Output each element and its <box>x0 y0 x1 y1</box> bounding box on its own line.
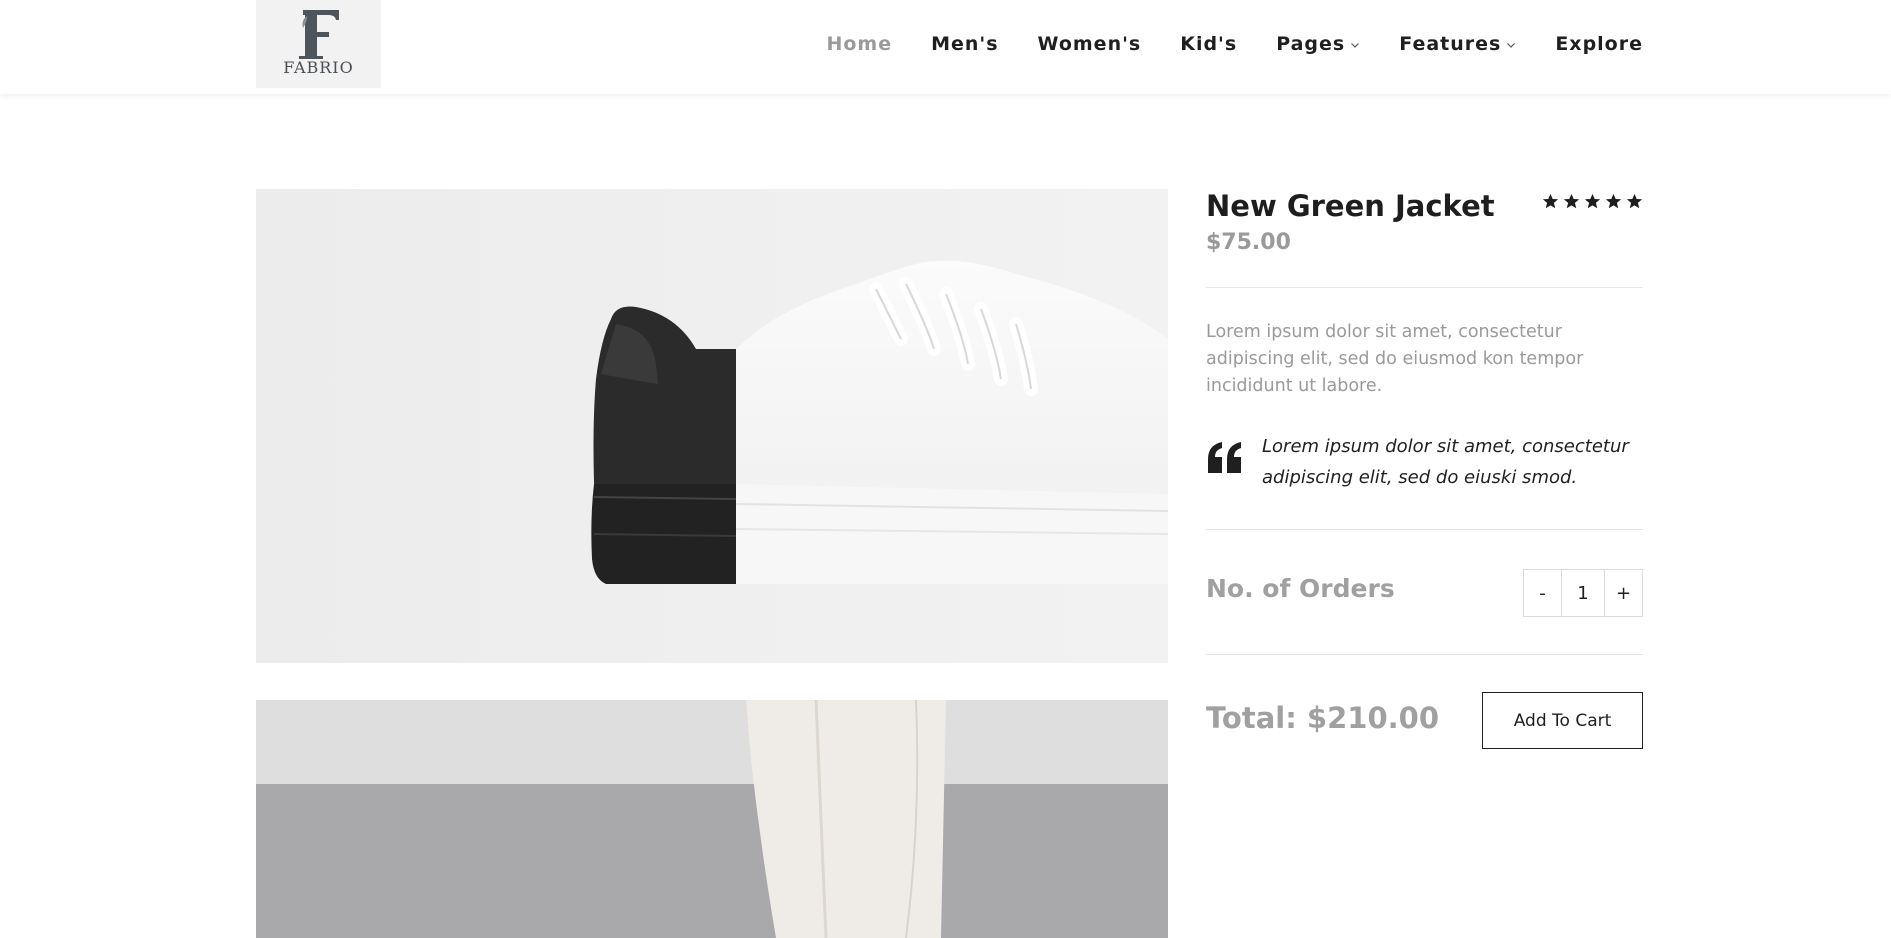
product-image-trousers <box>256 700 1168 938</box>
add-to-cart-button[interactable]: Add To Cart <box>1482 692 1643 749</box>
main-nav: Home Men's Women's Kid's Pages Features … <box>787 0 1643 88</box>
nav-kids-label: Kid's <box>1180 33 1238 55</box>
rating-stars <box>1542 193 1643 210</box>
star-icon <box>1563 193 1580 209</box>
logo-f-mark-icon <box>298 10 339 59</box>
site-header: FABRIO Home Men's Women's Kid's Pages Fe… <box>0 0 1891 94</box>
nav-womens[interactable]: Women's <box>1038 33 1142 55</box>
product-title: New Green Jacket <box>1206 189 1495 223</box>
divider <box>1206 287 1643 288</box>
decrease-quantity-button[interactable]: - <box>1524 570 1561 616</box>
star-icon <box>1542 193 1559 209</box>
star-icon <box>1626 193 1643 209</box>
divider <box>1206 654 1643 655</box>
quantity-value[interactable]: 1 <box>1561 570 1605 616</box>
logo-text: FABRIO <box>283 58 354 77</box>
brand-logo[interactable]: FABRIO <box>256 0 381 88</box>
chevron-down-icon <box>1507 43 1516 48</box>
nav-mens[interactable]: Men's <box>931 33 998 55</box>
star-icon <box>1605 193 1622 209</box>
nav-features[interactable]: Features <box>1399 33 1516 55</box>
product-quote: Lorem ipsum dolor sit amet, consectetur … <box>1262 436 1629 488</box>
product-image-sneaker <box>256 189 1168 663</box>
nav-home-label: Home <box>826 33 893 55</box>
nav-explore[interactable]: Explore <box>1555 33 1643 55</box>
star-icon <box>1584 193 1601 209</box>
order-total: Total: $210.00 <box>1206 701 1440 735</box>
increase-quantity-button[interactable]: + <box>1605 570 1642 616</box>
nav-womens-label: Women's <box>1037 33 1142 55</box>
quantity-stepper: - 1 + <box>1523 569 1643 617</box>
nav-home[interactable]: Home <box>826 33 892 55</box>
divider <box>1206 529 1643 530</box>
nav-kids[interactable]: Kid's <box>1180 33 1237 55</box>
quote-icon <box>1208 442 1241 473</box>
orders-label: No. of Orders <box>1206 574 1395 603</box>
trousers-illustration <box>256 700 1168 938</box>
chevron-down-icon <box>1351 43 1360 48</box>
product-price: $75.00 <box>1206 230 1291 255</box>
sneaker-illustration <box>256 189 1168 663</box>
nav-pages[interactable]: Pages <box>1276 33 1360 55</box>
nav-explore-label: Explore <box>1555 33 1643 55</box>
nav-features-label: Features <box>1399 33 1502 55</box>
nav-mens-label: Men's <box>931 33 999 55</box>
nav-pages-label: Pages <box>1276 33 1346 55</box>
product-description: Lorem ipsum dolor sit amet, consectetur … <box>1206 322 1584 396</box>
